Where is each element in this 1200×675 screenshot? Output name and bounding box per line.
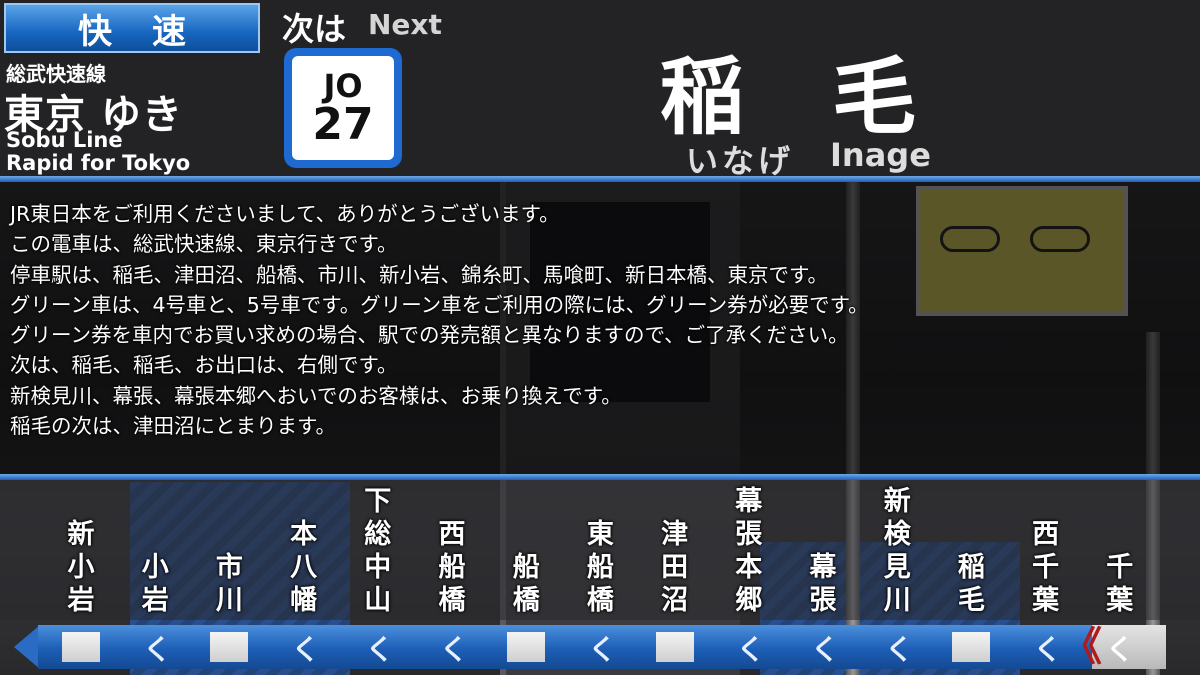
direction-chevron: く bbox=[885, 633, 914, 666]
announcement-line: 停車駅は、稲毛、津田沼、船橋、市川、新小岩、錦糸町、馬喰町、新日本橋、東京です。 bbox=[10, 262, 828, 287]
service-type-badge: 快速 bbox=[4, 3, 260, 53]
direction-chevron: く bbox=[736, 633, 765, 666]
announcement-line: 稲毛の次は、津田沼にとまります。 bbox=[10, 414, 336, 439]
direction-chevron: く bbox=[588, 633, 617, 666]
station-name: 新検見川 bbox=[883, 486, 911, 616]
announcement-line: 新検見川、幕張、幕張本郷へおいでのお客様は、お乗り換えです。 bbox=[10, 383, 622, 408]
station-number-line-code: JO bbox=[323, 67, 363, 105]
next-station-name-en: Inage bbox=[830, 136, 931, 174]
station-name: 千葉 bbox=[1106, 552, 1134, 616]
stop-marker bbox=[655, 632, 694, 662]
announcement-text: JR東日本をご利用くださいまして、ありがとうございます。 この電車は、総武快速線… bbox=[10, 199, 1190, 441]
line-name-en: Sobu Line bbox=[6, 128, 123, 152]
current-position-marker: 《 bbox=[1062, 624, 1102, 670]
station-name: 本八幡 bbox=[290, 519, 318, 616]
station-name: 幕張 bbox=[809, 552, 837, 616]
station-number-badge: JO 27 bbox=[284, 48, 402, 168]
station-name: 市川 bbox=[215, 552, 243, 616]
announcement-line: グリーン車は、4号車と、5号車です。グリーン車をご利用の際には、グリーン券が必要… bbox=[10, 292, 869, 317]
announcement-line: JR東日本をご利用くださいまして、ありがとうございます。 bbox=[10, 202, 560, 226]
stop-marker bbox=[952, 632, 991, 662]
direction-chevron: く bbox=[291, 633, 320, 666]
direction-chevron: く bbox=[811, 633, 840, 666]
station-name: 津田沼 bbox=[661, 519, 689, 616]
announcement-line: この電車は、総武快速線、東京行きです。 bbox=[10, 232, 398, 257]
announcement-line: 次は、稲毛、稲毛、お出口は、右側です。 bbox=[10, 353, 398, 378]
station-name: 幕張本郷 bbox=[735, 486, 763, 616]
direction-chevron: く bbox=[143, 633, 172, 666]
direction-chevron: く bbox=[440, 633, 469, 666]
station-name: 西船橋 bbox=[438, 519, 466, 616]
direction-chevron: く bbox=[1033, 633, 1062, 666]
route-arrow-head bbox=[14, 625, 40, 669]
stop-marker bbox=[210, 632, 249, 662]
destination-en: Rapid for Tokyo bbox=[6, 151, 191, 175]
next-label-ja: 次は bbox=[282, 10, 347, 48]
next-station-name-ja: 稲毛 bbox=[660, 48, 1005, 146]
next-label-en: Next bbox=[368, 8, 442, 41]
service-type-label: 快速 bbox=[78, 11, 226, 52]
station-name: 下総中山 bbox=[364, 486, 392, 616]
station-name: 新小岩 bbox=[67, 519, 95, 616]
station-name: 船橋 bbox=[512, 552, 540, 616]
station-name: 東船橋 bbox=[586, 519, 614, 616]
stop-marker bbox=[507, 632, 546, 662]
direction-chevron: く bbox=[1106, 633, 1135, 666]
announcement-line: グリーン券を車内でお買い求めの場合、駅での発売額と異なりますので、ご了承ください… bbox=[10, 323, 849, 348]
station-name: 小岩 bbox=[141, 552, 169, 616]
station-number-inner: JO 27 bbox=[292, 56, 394, 160]
station-number-value: 27 bbox=[312, 99, 374, 150]
station-name: 西千葉 bbox=[1032, 519, 1060, 616]
station-name: 稲毛 bbox=[957, 552, 985, 616]
stop-marker bbox=[62, 632, 100, 662]
station-list: 新小岩 小岩市川 本八幡 下総中山 西船橋 船橋 東船橋 津田沼 幕張本郷幕張 新検見川稲毛 西千葉… bbox=[0, 480, 1200, 620]
direction-chevron: く bbox=[365, 633, 394, 666]
